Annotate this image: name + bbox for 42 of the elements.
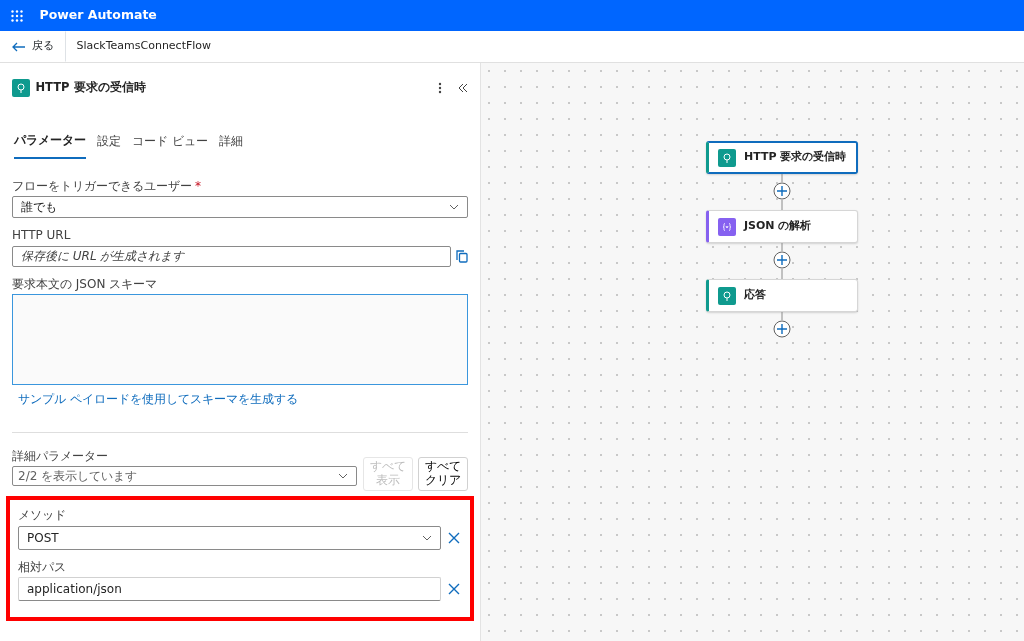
field-label: 詳細パラメーター: [12, 448, 109, 464]
method-dropdown[interactable]: POST: [18, 525, 441, 550]
tab[interactable]: コード ビュー: [132, 131, 208, 159]
tab[interactable]: 詳細: [218, 131, 243, 159]
connector-line: [781, 243, 783, 251]
field-label: メソッド: [18, 508, 67, 523]
tab[interactable]: 設定: [97, 131, 121, 159]
more-options-icon[interactable]: [437, 82, 442, 94]
back-arrow-icon: [12, 41, 26, 52]
copy-icon[interactable]: [456, 249, 468, 263]
required-asterisk: *: [195, 179, 201, 193]
collapse-icon[interactable]: [458, 83, 468, 93]
add-step-icon[interactable]: [773, 320, 791, 338]
url-field[interactable]: 保存後に URL が生成されます: [12, 245, 451, 267]
connector-line: [781, 174, 783, 182]
path-field[interactable]: application/json: [18, 577, 441, 602]
field-label: HTTP URL: [12, 228, 72, 243]
connector-line: [781, 312, 783, 320]
connector-line: [781, 269, 783, 279]
app-launcher-icon[interactable]: [11, 9, 23, 22]
app-title: Power Automate: [39, 6, 157, 25]
field-label: フローをトリガーできるユーザー: [12, 179, 192, 193]
tab[interactable]: パラメーター: [14, 131, 86, 159]
field-label: 相対パス: [18, 559, 67, 575]
panel-title: HTTP 要求の受信時: [35, 79, 147, 97]
connector-line: [781, 200, 783, 210]
flow-step-card[interactable]: JSON の解析: [706, 210, 858, 243]
back-button[interactable]: 戻る: [0, 31, 66, 62]
add-step-icon[interactable]: [773, 182, 791, 200]
parameter-button[interactable]: すべてクリア: [418, 456, 468, 491]
generate-schema-link[interactable]: サンプル ペイロードを使用してスキーマを生成する: [12, 390, 468, 408]
schema-editor[interactable]: [12, 294, 468, 386]
flow-step-card[interactable]: 応答: [706, 279, 858, 312]
chevron-down-icon: [449, 204, 459, 211]
flow-step-card[interactable]: HTTP 要求の受信時: [706, 141, 858, 174]
field-label: 要求本文の JSON スキーマ: [12, 276, 159, 292]
advanced-parameters-dropdown[interactable]: 2/2 を表示しています: [12, 466, 357, 487]
add-step-icon[interactable]: [773, 251, 791, 269]
trigger-user-dropdown[interactable]: 誰でも: [12, 196, 468, 219]
flow-name: SlackTeamsConnectFlow: [75, 38, 213, 55]
chevron-down-icon: [338, 473, 348, 480]
chevron-down-icon: [421, 534, 432, 541]
